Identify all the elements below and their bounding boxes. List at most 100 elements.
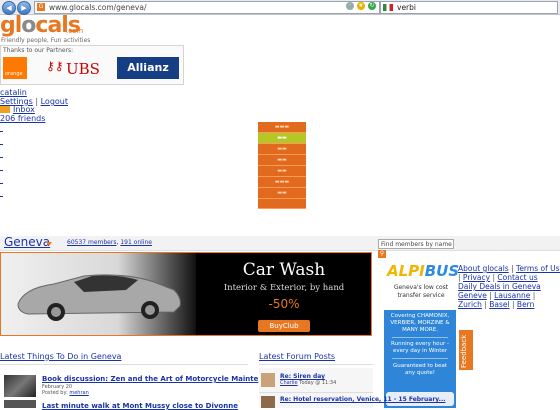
ubs-logo[interactable]: ⚷⚷ UBS [44, 57, 104, 79]
url-bar[interactable]: G www.glocals.com/geneva/ [34, 1, 380, 14]
separator: | [489, 291, 492, 300]
avatar[interactable] [261, 373, 275, 387]
logo-part: gl [0, 13, 22, 38]
event-title[interactable]: Book discussion: Zen and the Art of Moto… [42, 375, 258, 383]
partners-title: Thanks to our Partners: [3, 47, 74, 54]
search-text: verbi [397, 3, 416, 12]
refresh-icon[interactable]: ↻ [368, 2, 376, 10]
forum-posts-heading[interactable]: Latest Forum Posts [259, 352, 335, 361]
event-title[interactable]: Last minute walk at Mont Mussy close to … [42, 402, 238, 410]
logo-part: BUS [424, 262, 460, 280]
ad-line: Running every hour - every day in Winter [391, 341, 449, 354]
empty-link[interactable] [0, 196, 3, 197]
site-favicon-icon: G [37, 3, 45, 11]
ubs-logo-text: UBS [66, 60, 100, 78]
author-link[interactable]: Charlie [280, 380, 298, 386]
banner-discount: -50% [268, 297, 300, 311]
widget-row[interactable] [258, 199, 306, 209]
separator: | [532, 291, 536, 300]
ad-divider [392, 337, 448, 338]
things-to-do-heading[interactable]: Latest Things To Do in Geneva [0, 352, 121, 361]
about-link[interactable]: About glocals [458, 264, 509, 273]
forum-post-meta: Charlie Today @ 11:34 [280, 380, 336, 386]
city-dropdown[interactable]: Geneva [4, 235, 50, 249]
event-thumbnail[interactable] [4, 400, 36, 408]
divider [259, 364, 373, 365]
inbox-link[interactable]: Inbox [13, 105, 35, 114]
feedback-label: Feedback [460, 334, 468, 368]
widget-row[interactable]: ▬▬ [258, 166, 306, 177]
footer-links-row: Zurich | Basel | Bern [458, 300, 534, 309]
orange-logo[interactable]: orange [3, 57, 27, 79]
logo-domain: .com [66, 27, 84, 35]
empty-link[interactable] [0, 183, 3, 184]
forum-post-title[interactable]: Re: Hotel reservation, Venice, 11 - 15 F… [280, 396, 446, 403]
logout-link[interactable]: Logout [41, 97, 68, 106]
friends-link[interactable]: 206 friends [0, 114, 45, 123]
search-icon[interactable]: ⚲ [378, 250, 386, 258]
widget-row[interactable]: ▬▬▬ [258, 122, 306, 133]
geneve-link[interactable]: Geneve [458, 291, 487, 300]
ad-line: Covering CHAMONIX, VERBIER, MORZINE & MA… [390, 313, 450, 333]
member-stats: 60537 members, 191 online [67, 239, 152, 246]
orange-logo-text: orange [5, 71, 23, 77]
buyclub-button[interactable]: BuyClub [258, 320, 310, 332]
car-illustration [17, 274, 181, 321]
event-thumbnail[interactable] [4, 375, 36, 397]
separator: | [512, 300, 515, 309]
bern-link[interactable]: Bern [517, 300, 534, 309]
username-link[interactable]: catalin [0, 88, 27, 97]
widget-row[interactable]: ▬▬ [258, 144, 306, 155]
logo-part: o [21, 13, 36, 38]
ubs-keys-icon: ⚷⚷ [46, 59, 64, 73]
caret-down-icon[interactable] [46, 242, 52, 246]
daily-deals-link[interactable]: Daily Deals in Geneva [458, 282, 541, 291]
find-members-input[interactable]: Find members by name [378, 239, 454, 249]
basel-link[interactable]: Basel [489, 300, 509, 309]
footer-links-row: | Privacy | Contact us [458, 273, 538, 282]
allianz-logo[interactable]: Allianz [117, 57, 179, 79]
footer-links-row: Geneve | Lausanne | [458, 291, 535, 300]
members-link[interactable]: 60537 members [67, 239, 116, 246]
widget-row[interactable]: ▬▬ [258, 188, 306, 199]
footer-links-row: About glocals | Terms of Use [458, 264, 560, 273]
banner-title: Car Wash [242, 260, 326, 280]
avatar[interactable] [261, 396, 275, 408]
empty-link[interactable] [0, 170, 3, 171]
divider [259, 392, 373, 393]
separator: | [492, 273, 495, 282]
forum-post-title[interactable]: Re: Siren day [280, 373, 325, 380]
empty-link[interactable] [0, 157, 3, 158]
search-bar[interactable]: verbi [380, 1, 558, 14]
privacy-link[interactable]: Privacy [463, 273, 490, 282]
widget-row[interactable]: ▬▬ [258, 155, 306, 166]
ad-divider [392, 358, 448, 359]
ad-tagline: Geneva's low cost transfer service [393, 284, 449, 299]
feedback-tab[interactable]: Feedback [459, 330, 473, 370]
separator: | [511, 264, 514, 273]
widget-row-selected[interactable]: ▬▬ [258, 133, 306, 144]
post-time: Today @ 11:34 [299, 380, 337, 386]
bookmark-star-icon[interactable]: ★ [357, 2, 365, 10]
ad-line: Guaranteed to beat any quote! [392, 363, 448, 376]
separator: | [484, 300, 487, 309]
widget-row[interactable]: ▬▬▬ [258, 177, 306, 188]
separator: | [35, 97, 39, 106]
location-pin-icon[interactable]: · [346, 2, 354, 10]
footer-links-row: Daily Deals in Geneva [458, 282, 541, 291]
loading-menu-widget: ▬▬▬ ▬▬ ▬▬ ▬▬ ▬▬ ▬▬▬ ▬▬ [258, 122, 306, 209]
italy-flag-icon [383, 4, 393, 11]
empty-link[interactable] [0, 131, 3, 132]
contact-link[interactable]: Contact us [497, 273, 537, 282]
author-link[interactable]: mehran [69, 390, 88, 396]
mail-icon[interactable] [0, 106, 10, 113]
online-link[interactable]: 191 online [120, 239, 152, 246]
terms-link[interactable]: Terms of Use [516, 264, 560, 273]
empty-link[interactable] [0, 144, 3, 145]
divider [0, 364, 248, 365]
site-tagline: Friendly people, Fun activities [1, 37, 91, 44]
separator: | [458, 273, 461, 282]
logo-part: ALPI [387, 262, 425, 280]
zurich-link[interactable]: Zurich [458, 300, 482, 309]
lausanne-link[interactable]: Lausanne [494, 291, 530, 300]
